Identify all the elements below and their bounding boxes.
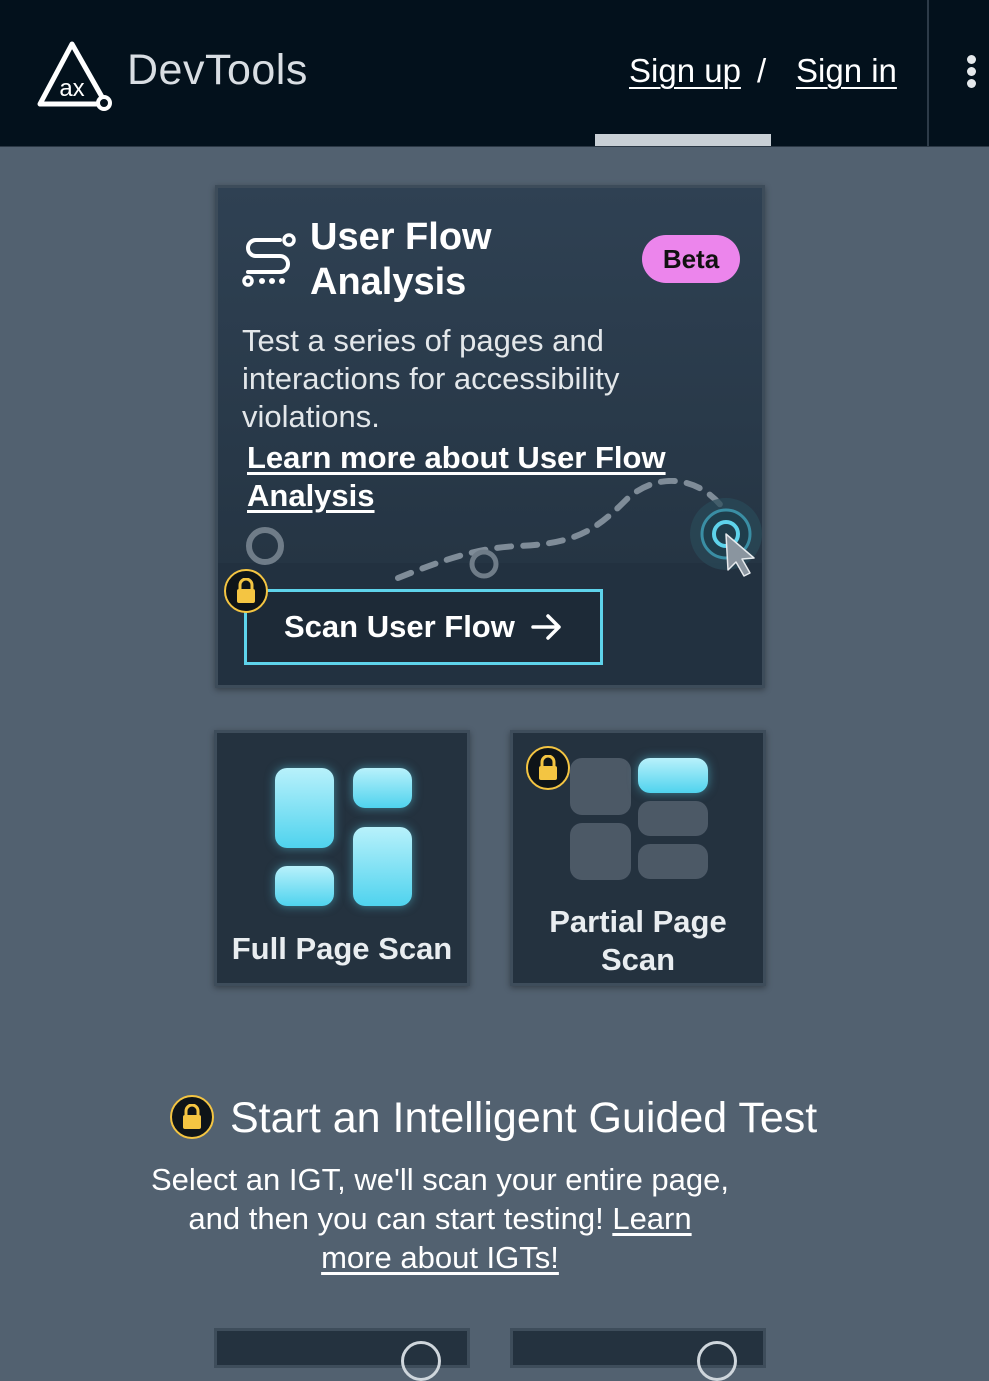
- active-indicator: [595, 134, 771, 146]
- user-flow-description: Test a series of pages and interactions …: [242, 323, 620, 434]
- user-flow-card: User Flow Analysis Beta Test a series of…: [215, 185, 765, 688]
- brand-name: DevTools: [127, 46, 308, 94]
- beta-badge: Beta: [642, 235, 740, 283]
- auth-separator: /: [757, 52, 767, 89]
- igt-card[interactable]: [214, 1328, 470, 1381]
- layout-block: [570, 758, 631, 815]
- igt-card-icon: [697, 1341, 737, 1381]
- scan-user-flow-label: Scan User Flow: [284, 609, 515, 644]
- scan-user-flow-button[interactable]: Scan User Flow: [244, 589, 603, 665]
- partial-page-scan-label: Partial Page Scan: [549, 904, 727, 977]
- lock-icon: [526, 746, 570, 790]
- lock-icon: [224, 569, 268, 613]
- app-header: ax DevTools Sign up / Sign in: [0, 0, 989, 147]
- ax-logo-icon[interactable]: ax: [36, 40, 112, 112]
- full-page-scan-label: Full Page Scan: [231, 931, 453, 966]
- full-page-scan-tile[interactable]: Full Page Scan: [214, 730, 470, 986]
- sign-in-link[interactable]: Sign in: [796, 52, 897, 90]
- arrow-right-icon: [531, 614, 561, 640]
- kebab-menu-icon[interactable]: [958, 55, 984, 91]
- logo-text: ax: [59, 75, 84, 102]
- user-flow-icon: [242, 233, 296, 287]
- lock-icon: [170, 1095, 214, 1139]
- igt-card[interactable]: [510, 1328, 766, 1381]
- layout-block: [570, 823, 631, 880]
- header-divider: [927, 0, 929, 146]
- sign-up-link[interactable]: Sign up: [629, 52, 741, 90]
- layout-block: [638, 801, 708, 836]
- layout-block: [275, 866, 334, 906]
- igt-card-icon: [401, 1341, 441, 1381]
- layout-block: [353, 827, 412, 906]
- user-flow-title: User Flow Analysis: [310, 216, 492, 303]
- layout-block-selected: [638, 758, 708, 793]
- igt-heading: Start an Intelligent Guided Test: [230, 1094, 818, 1142]
- layout-block: [275, 768, 334, 848]
- layout-block: [353, 768, 412, 808]
- igt-description-block: Select an IGT, we'll scan your entire pa…: [150, 1160, 730, 1277]
- layout-block: [638, 844, 708, 879]
